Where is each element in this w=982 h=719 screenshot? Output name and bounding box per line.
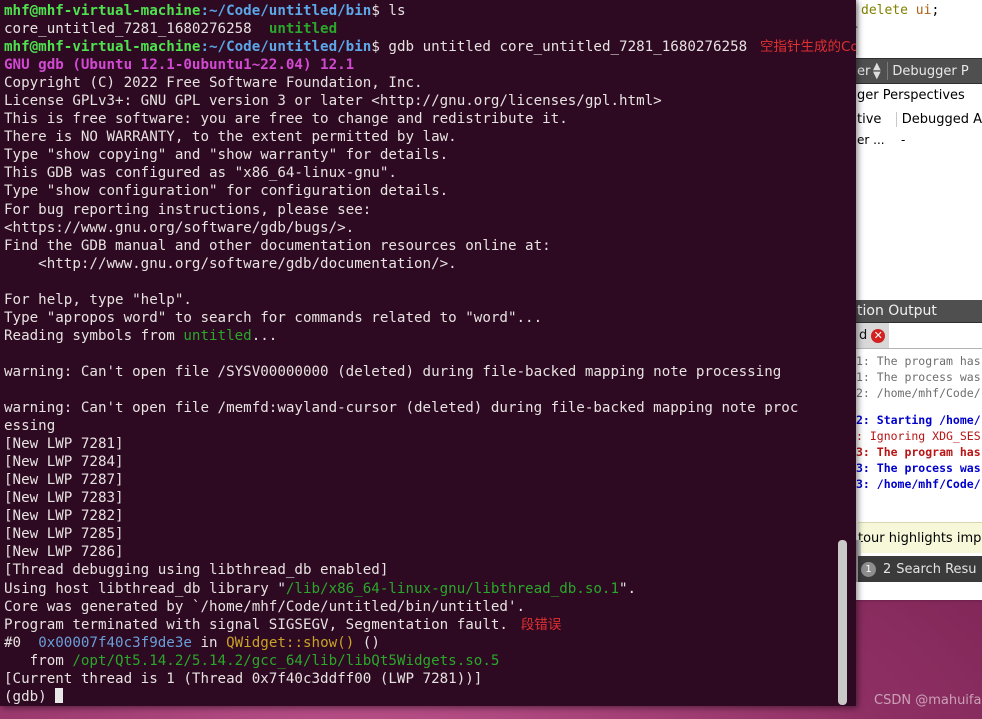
perspective-name-cell: er ...	[857, 133, 885, 147]
terminal-line: Type "show configuration" for configurat…	[4, 183, 449, 200]
application-output-line: 2: /home/mhf/Code/	[856, 386, 981, 400]
terminal-line: <http://www.gnu.org/software/gdb/documen…	[4, 255, 457, 272]
terminal-terminated: Program terminated with signal SIGSEGV, …	[4, 616, 562, 633]
tooltip-text: tour highlights imp	[858, 530, 982, 546]
terminal-lwp-line: [New LWP 7282]	[4, 508, 124, 525]
csdn-watermark: CSDN @mahuifa	[874, 693, 982, 708]
terminal-line: For bug reporting instructions, please s…	[4, 201, 372, 218]
terminal-line: This is free software: you are free to c…	[4, 111, 568, 128]
terminal-blank	[4, 381, 856, 399]
terminal-prompt-line-gdb: mhf@mhf-virtual-machine:~/Code/untitled/…	[4, 39, 856, 56]
terminal-window[interactable]: mhf@mhf-virtual-machine:~/Code/untitled/…	[0, 0, 856, 706]
terminal-core-generated: Core was generated by `/home/mhf/Code/un…	[4, 598, 526, 615]
terminal-lwp-line: [New LWP 7285]	[4, 526, 124, 543]
terminal-line: Type "show copying" and "show warranty" …	[4, 147, 449, 164]
perspectives-heading: ger Perspectives	[855, 84, 982, 106]
search-results-statusbar[interactable]: 1 2 Search Resu	[858, 556, 982, 582]
application-output-line: 2: Starting /home/	[856, 413, 981, 427]
terminal-ls-output: core_untitled_7281_1680276258 untitled	[4, 21, 338, 38]
terminal-thread-debug: [Thread debugging using libthread_db ena…	[4, 562, 389, 579]
tooltip-strip: tour highlights imp	[858, 522, 982, 553]
application-output-line: 1: The program has	[856, 354, 981, 368]
toolbar-debugger-perspectives-label: Debugger P	[892, 63, 969, 79]
terminal-frame-0: #0 0x00007f40c3f9de3e in QWidget::show()…	[4, 634, 380, 651]
column-header-active[interactable]: tive	[855, 111, 897, 127]
terminal-gdb-prompt: (gdb)	[4, 687, 856, 706]
application-output-line: 3: The process was	[856, 461, 981, 475]
output-tab[interactable]: d ✕	[855, 323, 890, 348]
terminal-warning-1: warning: Can't open file /SYSV00000000 (…	[4, 363, 782, 380]
status-badge: 1	[861, 561, 876, 577]
close-icon[interactable]: ✕	[871, 328, 886, 343]
terminal-warning-2a: warning: Can't open file /memfd:wayland-…	[4, 400, 799, 417]
application-output-title: tion Output	[855, 300, 982, 323]
debugger-toolbar[interactable]: er ▲ ▼ Debugger P	[855, 58, 982, 84]
application-output-line: : Ignoring XDG_SES	[856, 429, 981, 443]
log-spacer	[855, 401, 982, 412]
perspectives-label: ger Perspectives	[857, 87, 965, 103]
application-output-pane[interactable]: tion Output d ✕ 1: The program has 1: The…	[855, 300, 982, 545]
terminal-line: Find the GDB manual and other documentat…	[4, 237, 551, 254]
terminal-line: Type "apropos word" to search for comman…	[4, 309, 543, 326]
terminal-line: License GPLv3+: GNU GPL version 3 or lat…	[4, 93, 662, 110]
terminal-line: This GDB was configured as "x86_64-linux…	[4, 165, 397, 182]
terminal-scrollbar-track[interactable]	[838, 0, 852, 706]
application-output-line: 3: The program has	[856, 445, 981, 459]
code-line-delete-ui: delete ui;	[861, 3, 940, 18]
output-tab-active[interactable]	[889, 323, 982, 348]
column-header-debugged-app[interactable]: Debugged A	[897, 112, 982, 127]
code-editor[interactable]: delete ui; }	[855, 0, 982, 55]
terminal-lwp-line: [New LWP 7286]	[4, 544, 124, 561]
terminal-output[interactable]: mhf@mhf-virtual-machine:~/Code/untitled/…	[4, 0, 856, 706]
terminal-gdb-banner: GNU gdb (Ubuntu 12.1-0ubuntu1~22.04) 12.…	[4, 57, 355, 74]
terminal-line: For help, type "help".	[4, 291, 192, 308]
terminal-current-thread: [Current thread is 1 (Thread 0x7f40c3ddf…	[4, 670, 483, 687]
terminal-lwp-line: [New LWP 7287]	[4, 472, 124, 489]
search-results-label[interactable]: Search Resu	[896, 562, 976, 577]
terminal-scrollbar-thumb[interactable]	[838, 540, 847, 705]
perspectives-column-headers[interactable]: tive Debugged A	[855, 108, 982, 130]
terminal-line: <https://www.gnu.org/software/gdb/bugs/>…	[4, 219, 355, 236]
toolbar-left-label: er	[857, 63, 871, 79]
terminal-line: There is NO WARRANTY, to the extent perm…	[4, 129, 457, 146]
search-result-number: 2	[883, 561, 892, 577]
perspective-app-cell: -	[901, 133, 906, 147]
toolbar-divider	[887, 62, 889, 80]
terminal-warning-2b: essing	[4, 418, 56, 435]
terminal-lwp-line: [New LWP 7283]	[4, 490, 124, 507]
terminal-cursor	[55, 687, 64, 703]
perspectives-row[interactable]: er ... -	[855, 130, 982, 150]
terminal-line: Copyright (C) 2022 Free Software Foundat…	[4, 75, 423, 92]
terminal-reading-symbols: Reading symbols from untitled...	[4, 327, 278, 344]
output-tab-label: d	[859, 328, 868, 343]
chevron-updown-icon[interactable]: ▲ ▼	[870, 62, 883, 81]
terminal-frame-from: from /opt/Qt5.14.2/5.14.2/gcc_64/lib/lib…	[4, 652, 500, 669]
application-output-line: 1: The process was	[856, 370, 981, 384]
application-output-line: 3: /home/mhf/Code/	[856, 477, 981, 491]
terminal-lwp-line: [New LWP 7284]	[4, 454, 124, 471]
application-output-log[interactable]: 1: The program has 1: The process was 2: /…	[855, 349, 982, 492]
application-output-tabs[interactable]: d ✕	[855, 323, 982, 349]
terminal-using-host: Using host libthread_db library "/lib/x8…	[4, 580, 637, 597]
terminal-lwp-line: [New LWP 7281]	[4, 436, 124, 453]
terminal-blank	[4, 345, 856, 363]
terminal-prompt-line-ls: mhf@mhf-virtual-machine:~/Code/untitled/…	[4, 3, 406, 19]
